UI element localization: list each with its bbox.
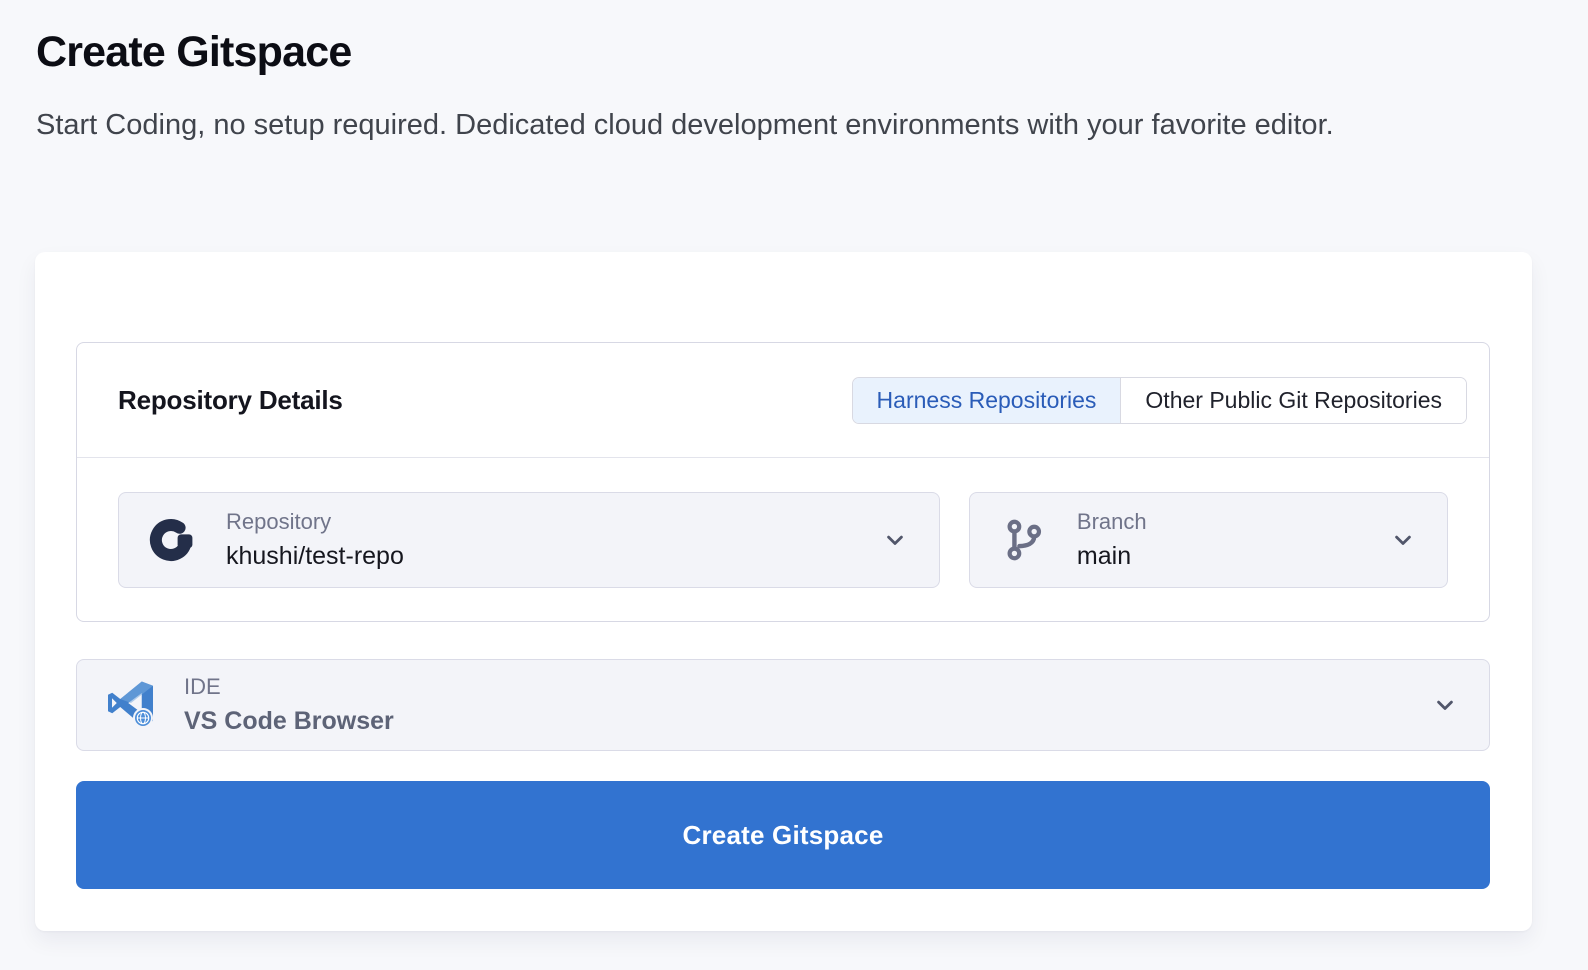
section-title: Repository Details [118,385,343,416]
branch-field-text: Branch main [1077,509,1147,570]
branch-select[interactable]: Branch main [969,492,1448,588]
create-gitspace-page: Create Gitspace Start Coding, no setup r… [0,0,1588,970]
repository-select[interactable]: Repository khushi/test-repo [118,492,940,588]
tab-label: Harness Repositories [877,387,1097,414]
branch-label: Branch [1077,509,1147,535]
tab-harness-repositories[interactable]: Harness Repositories [853,378,1121,423]
create-gitspace-button[interactable]: Create Gitspace [76,781,1490,889]
page-title: Create Gitspace [36,26,1552,80]
globe-icon [134,709,152,727]
harness-repo-icon [148,515,198,565]
gitspace-form-card: Repository Details Harness Repositories … [35,252,1532,931]
repository-source-tabs: Harness Repositories Other Public Git Re… [852,377,1467,424]
chevron-down-icon [1431,691,1459,719]
repository-value: khushi/test-repo [226,541,404,571]
vscode-browser-icon [106,679,156,731]
page-header: Create Gitspace Start Coding, no setup r… [0,0,1588,148]
repository-details-section: Repository Details Harness Repositories … [76,342,1490,622]
ide-field-text: IDE VS Code Browser [184,674,394,735]
ide-select[interactable]: IDE VS Code Browser [76,659,1490,751]
page-subtitle: Start Coding, no setup required. Dedicat… [36,102,1506,148]
tab-other-public-git-repositories[interactable]: Other Public Git Repositories [1120,378,1466,423]
chevron-down-icon [1389,526,1417,554]
repository-details-body: Repository khushi/test-repo [77,457,1489,621]
branch-value: main [1077,541,1147,571]
repository-details-header: Repository Details Harness Repositories … [77,343,1489,457]
git-branch-icon [999,516,1049,564]
chevron-down-icon [881,526,909,554]
repository-field-text: Repository khushi/test-repo [226,509,404,570]
ide-label: IDE [184,674,394,700]
tab-label: Other Public Git Repositories [1145,387,1442,414]
ide-value: VS Code Browser [184,706,394,736]
repository-label: Repository [226,509,404,535]
